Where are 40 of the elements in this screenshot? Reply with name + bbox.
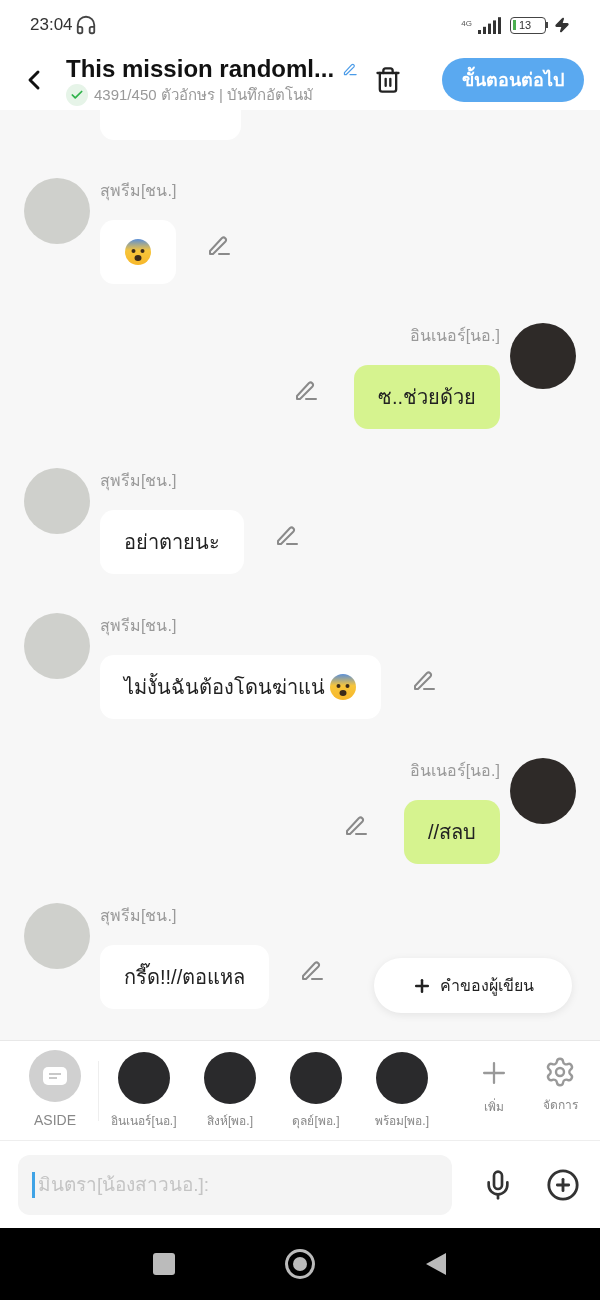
character-name: ASIDE [34,1111,76,1130]
character-name: ดุลย์[พอ.] [292,1112,340,1130]
message-text: ไม่งั้นฉันต้องโดนฆ่าแน่ [124,672,325,702]
sender-name: สุพรีม[ชน.] [100,471,177,492]
message-text: ซ..ช่วยด้วย [377,385,476,410]
character-name: อินเนอร์[นอ.] [111,1112,177,1130]
delete-icon[interactable] [374,66,402,94]
manage-button[interactable]: จัดการ [538,1055,582,1116]
author-note-button[interactable]: คำของผู้เขียน [374,958,572,1013]
character-name: สิงห์[พอ.] [207,1112,253,1130]
next-step-button[interactable]: ขั้นตอนต่อไป [442,58,584,102]
add-character-button[interactable]: เพิ่ม [472,1055,516,1116]
sender-name: สุพรีม[ชน.] [100,906,177,927]
message-text: กรี๊ด!!//ตอแหล [124,962,246,992]
status-time: 23:04 [30,14,73,37]
check-icon [66,84,88,106]
network-label: 4G [461,18,472,30]
headphones-icon [74,14,97,36]
fearful-face-icon [124,238,152,266]
character-avatar-placeholder[interactable] [290,1051,342,1104]
sender-name: อินเนอร์[นอ.] [409,325,500,346]
message-text: //สลบ [427,820,476,845]
character-name: พร้อม[พอ.] [375,1112,429,1130]
add-icon[interactable] [546,1167,580,1202]
character-avatar-placeholder[interactable] [204,1051,256,1104]
home-icon[interactable] [285,1249,315,1279]
back-triangle-icon[interactable] [425,1252,447,1276]
caption-icon [42,1066,68,1086]
battery-level: 13 [519,19,532,31]
message-text: อย่าตายนะ [124,530,220,555]
signal-icon [478,16,504,34]
character-avatar-placeholder[interactable] [376,1051,428,1104]
story-title: This mission randoml... [66,53,335,84]
charging-icon [554,17,570,33]
character-counter: 4391/450 ตัวอักษร | บันทึกอัตโนมั [94,84,313,105]
sender-name: สุพรีม[ชน.] [100,181,177,202]
character-avatar-placeholder[interactable] [118,1051,170,1104]
sender-name: อินเนอร์[นอ.] [409,760,500,781]
sender-name: สุพรีม[ชน.] [100,616,177,637]
settings-icon [544,1055,576,1088]
